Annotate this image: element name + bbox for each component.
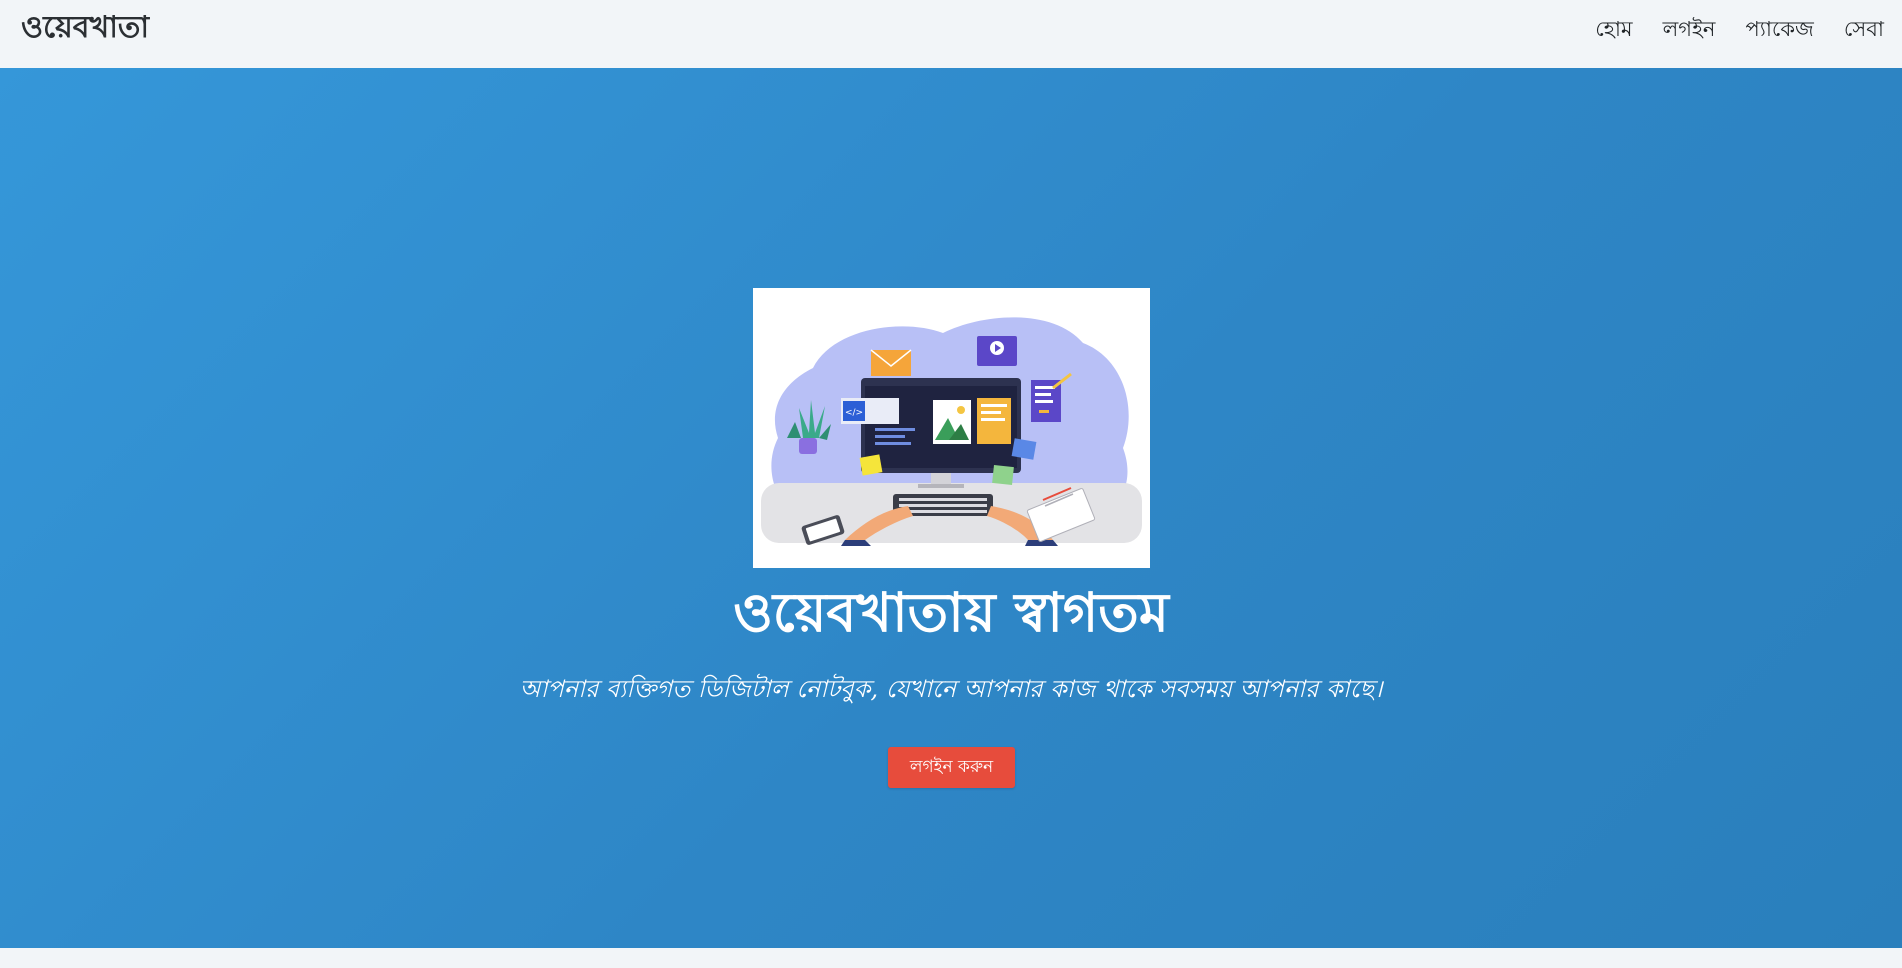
hero-subtitle: আপনার ব্যক্তিগত ডিজিটাল নোটবুক, যেখানে আ… xyxy=(519,675,1383,703)
top-navbar: ওয়েবখাতা হোম লগইন প্যাকেজ সেবা xyxy=(0,0,1902,68)
nav-links: হোম লগইন প্যাকেজ সেবা xyxy=(1595,14,1884,44)
nav-link-services[interactable]: সেবা xyxy=(1844,14,1884,44)
svg-text:</>: </> xyxy=(845,408,863,418)
nav-link-login[interactable]: লগইন xyxy=(1663,14,1716,44)
hero-title: ওয়েবখাতায় স্বাগতম xyxy=(733,581,1169,644)
login-cta-button[interactable]: লগইন করুন xyxy=(888,747,1015,788)
brand-logo[interactable]: ওয়েবখাতা xyxy=(21,9,149,47)
nav-link-packages[interactable]: প্যাকেজ xyxy=(1745,14,1813,44)
hero-illustration: </> xyxy=(753,288,1150,568)
nav-link-home[interactable]: হোম xyxy=(1595,14,1632,44)
footer-strip xyxy=(0,948,1902,968)
hero-section: </> ওয়েবখাতায় স্বাগতম আপনার ব্যক্তিগত … xyxy=(0,68,1902,948)
